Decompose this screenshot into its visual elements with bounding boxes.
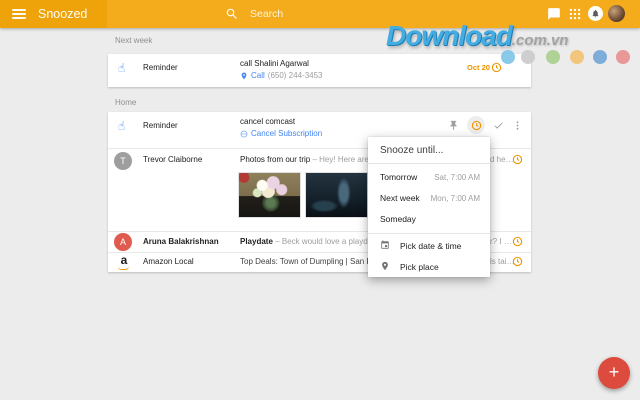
- reminder-hand-icon: ☝: [118, 120, 125, 132]
- more-vert-icon[interactable]: [512, 120, 523, 131]
- snooze-date: Oct 20: [467, 63, 490, 72]
- snooze-clock-icon: [512, 256, 523, 267]
- next-week-card: ☝ Reminder call Shalini Agarwal Call (65…: [108, 54, 531, 87]
- photo-attachment-flowers[interactable]: [238, 172, 301, 218]
- cancel-subscription-link[interactable]: Cancel Subscription: [251, 129, 322, 138]
- done-check-icon[interactable]: [493, 120, 504, 131]
- assist-action[interactable]: Call (650) 244-3453: [240, 71, 323, 80]
- inbox-snoozed-screen: Search Snoozed Download.com.vn Next week: [0, 0, 640, 400]
- notifications-button[interactable]: [588, 6, 603, 21]
- account-avatar[interactable]: [608, 5, 625, 22]
- search-icon[interactable]: [225, 7, 239, 21]
- snooze-option-tomorrow[interactable]: Tomorrow Sat, 7:00 AM: [368, 166, 490, 187]
- assist-action[interactable]: Cancel Subscription: [240, 129, 322, 138]
- amazon-smile-icon: [118, 266, 129, 270]
- subject-text: Photos from our trip: [240, 155, 310, 164]
- sender-name: Aruna Balakrishnan: [143, 237, 219, 246]
- apps-grid-icon[interactable]: [568, 7, 582, 21]
- hamburger-menu-icon[interactable]: [12, 9, 26, 19]
- snooze-clock-icon: [512, 154, 523, 165]
- reminder-hand-icon: ☝: [118, 62, 125, 74]
- phone-number: (650) 244-3453: [268, 71, 323, 80]
- snooze-menu-title: Snooze until...: [380, 145, 443, 156]
- snooze-clock-icon: [512, 236, 523, 247]
- call-pin-icon: [240, 72, 248, 80]
- chat-icon[interactable]: [547, 7, 561, 21]
- watermark-suffix: .com.vn: [512, 32, 569, 49]
- snippet-text: Beck would love a playdate wit: [282, 237, 368, 246]
- subject-text: call Shalini Agarwal: [240, 59, 309, 68]
- sender-name: Trevor Claiborne: [143, 155, 202, 164]
- subject-text: Playdate: [240, 237, 273, 246]
- plus-icon: +: [609, 363, 620, 381]
- snippet-tail: d he…: [490, 155, 514, 164]
- page-title: Snoozed: [38, 7, 87, 21]
- amazon-logo-icon: a: [116, 254, 132, 270]
- sender-name: Reminder: [143, 63, 178, 72]
- calendar-icon: [380, 240, 390, 250]
- pick-date-time-item[interactable]: Pick date & time: [368, 236, 490, 256]
- snippet-tail: ls tai…: [490, 257, 514, 266]
- pick-place-item[interactable]: Pick place: [368, 257, 490, 277]
- row-hover-actions: [448, 116, 523, 134]
- top-app-bar: Search Snoozed: [0, 0, 640, 28]
- pin-icon[interactable]: [448, 120, 459, 131]
- list-item-call-reminder[interactable]: ☝ Reminder call Shalini Agarwal Call (65…: [108, 54, 531, 87]
- snippet-text: Hey! Here are some: [319, 155, 368, 164]
- snooze-option-someday[interactable]: Someday: [368, 208, 490, 229]
- place-pin-icon: [380, 261, 390, 271]
- subject-text: cancel comcast: [240, 117, 295, 126]
- section-label-home: Home: [115, 98, 136, 107]
- avatar: A: [114, 233, 132, 251]
- snooze-button-active[interactable]: [467, 116, 485, 134]
- section-label-next-week: Next week: [115, 36, 152, 45]
- snooze-option-next-week[interactable]: Next week Mon, 7:00 AM: [368, 187, 490, 208]
- sender-name: Reminder: [143, 121, 178, 130]
- link-icon: [240, 130, 248, 138]
- call-link[interactable]: Call: [251, 71, 265, 80]
- compose-fab-button[interactable]: +: [598, 357, 630, 389]
- notification-bell-icon: [591, 9, 600, 18]
- snooze-clock-icon: [471, 120, 482, 131]
- snooze-clock-icon: [491, 62, 502, 73]
- subject-text: Top Deals: Town of Dumpling | San Franci…: [240, 257, 368, 266]
- snippet-tail: r? I …: [490, 237, 512, 246]
- sender-name: Amazon Local: [143, 257, 194, 266]
- avatar: T: [114, 152, 132, 170]
- search-input[interactable]: Search: [250, 8, 283, 20]
- photo-attachment-figure[interactable]: [305, 172, 368, 218]
- snooze-menu: Snooze until... Tomorrow Sat, 7:00 AM Ne…: [368, 137, 490, 277]
